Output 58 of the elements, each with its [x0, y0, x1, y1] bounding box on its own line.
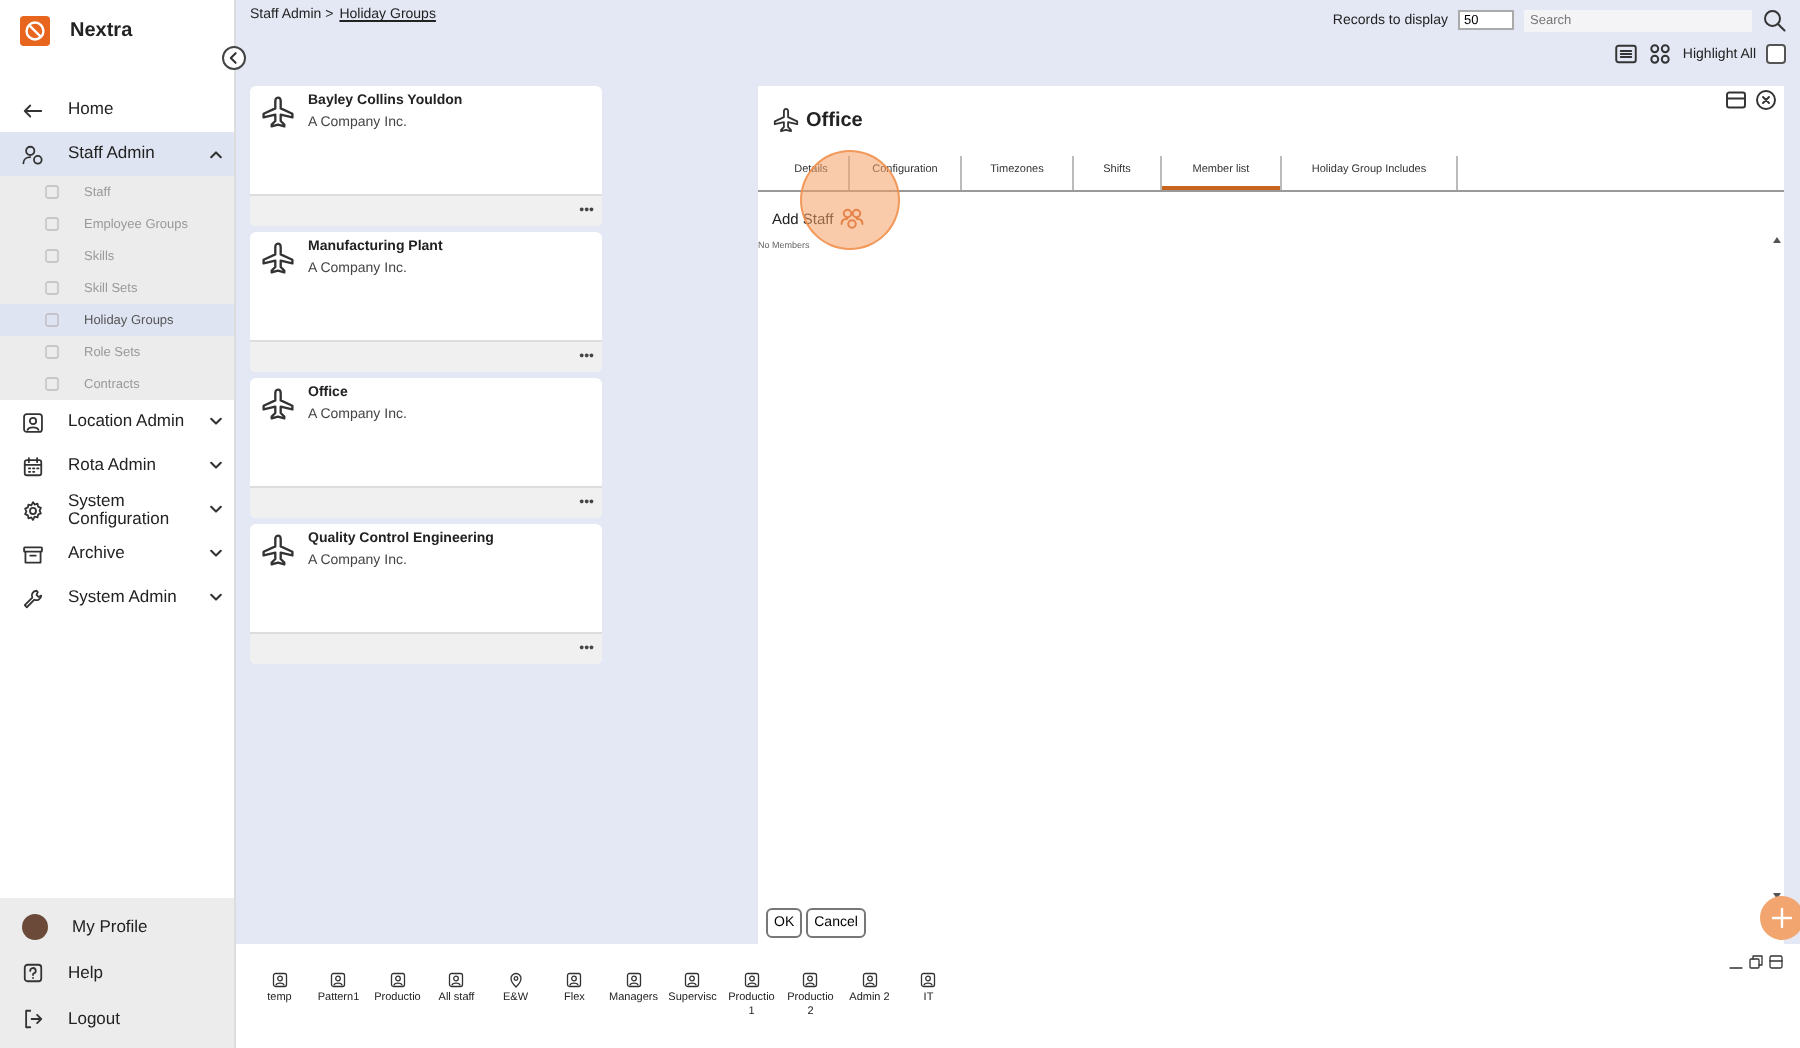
archive-icon: [22, 543, 44, 565]
help-icon: [22, 962, 44, 984]
sidebar-item[interactable]: System Admin: [0, 576, 234, 620]
plus-icon: [1770, 906, 1794, 930]
calendar-icon: [22, 455, 44, 477]
person-card-icon: [861, 972, 878, 988]
chevron-down-icon[interactable]: [208, 458, 224, 474]
sidebar-item[interactable]: Help: [0, 950, 234, 996]
scroll-up-icon[interactable]: [1772, 236, 1782, 244]
back-arrow-icon: [22, 99, 44, 121]
person-card-icon: [22, 411, 44, 433]
person-card-icon: [743, 972, 760, 988]
sidebar-item[interactable]: Logout: [0, 996, 234, 1042]
close-icon[interactable]: [1754, 88, 1778, 112]
chevron-up-icon[interactable]: [208, 146, 224, 162]
person-card-icon: [566, 972, 583, 988]
person-card-icon: [271, 972, 288, 988]
plane-icon: [258, 240, 298, 276]
highlight-checkbox[interactable]: [1766, 44, 1786, 64]
wrench-icon: [22, 587, 44, 609]
chevron-left-icon: [226, 50, 242, 66]
person-card-icon: [625, 972, 642, 988]
people-icon: [22, 143, 44, 165]
chevron-down-icon[interactable]: [208, 502, 224, 518]
sidebar-item[interactable]: My Profile: [0, 904, 234, 950]
panel-title: Office: [806, 109, 863, 131]
search-icon[interactable]: [1762, 8, 1786, 32]
chevron-down-icon[interactable]: [208, 414, 224, 430]
person-card-icon: [802, 972, 819, 988]
grid-view-icon[interactable]: [1648, 42, 1673, 66]
plane-icon: [772, 102, 800, 138]
chevron-down-icon[interactable]: [208, 546, 224, 562]
collapse-button[interactable]: [222, 46, 246, 70]
sidebar-item[interactable]: Home: [0, 88, 234, 132]
logo-icon: [20, 15, 50, 45]
sidebar-item[interactable]: Location Admin: [0, 400, 234, 444]
window-icon[interactable]: [1768, 954, 1784, 970]
chevron-down-icon[interactable]: [208, 590, 224, 606]
plane-icon: [258, 532, 298, 568]
logout-icon: [22, 1008, 44, 1030]
sidebar-item[interactable]: System Configuration: [0, 488, 234, 532]
person-card-icon: [389, 972, 406, 988]
person-card-icon: [330, 972, 347, 988]
person-card-icon: [684, 972, 701, 988]
settings-icon: [22, 499, 44, 521]
sidebar-item[interactable]: Rota Admin: [0, 444, 234, 488]
person-card-icon: [920, 972, 937, 988]
plane-icon: [258, 386, 298, 422]
person-card-icon: [448, 972, 465, 988]
window-icon[interactable]: [1724, 88, 1748, 112]
app-name: Nextra: [70, 19, 133, 41]
plane-icon: [258, 94, 298, 130]
avatar: [22, 914, 48, 940]
restore-icon[interactable]: [1748, 954, 1764, 970]
location-pin-icon: [507, 972, 524, 988]
sidebar-item[interactable]: Archive: [0, 532, 234, 576]
list-view-icon[interactable]: [1614, 42, 1639, 66]
sidebar-item[interactable]: Staff Admin: [0, 132, 234, 176]
